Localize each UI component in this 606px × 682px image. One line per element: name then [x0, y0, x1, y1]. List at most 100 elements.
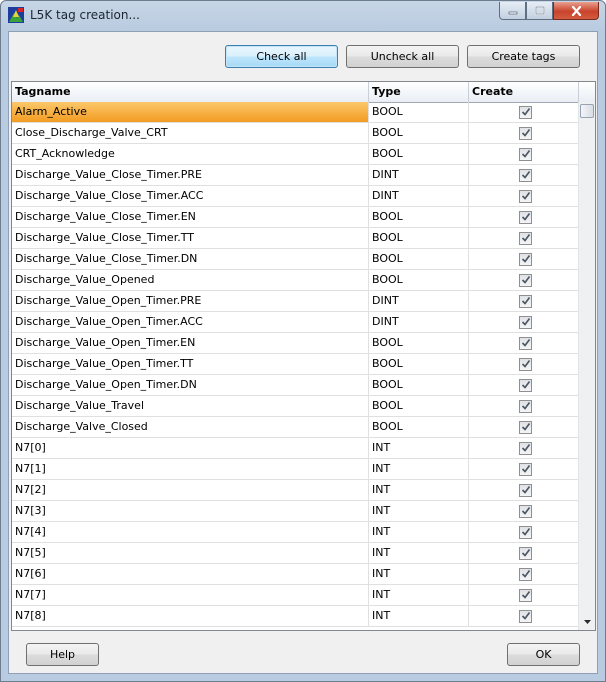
create-checkbox[interactable] — [519, 526, 532, 539]
tagname-cell[interactable]: N7[2] — [12, 480, 369, 500]
create-checkbox[interactable] — [519, 232, 532, 245]
tagname-cell[interactable]: Discharge_Value_Open_Timer.DN — [12, 375, 369, 395]
create-checkbox[interactable] — [519, 274, 532, 287]
table-row[interactable]: N7[4] INT — [12, 522, 579, 543]
type-cell[interactable]: INT — [369, 438, 469, 458]
create-checkbox[interactable] — [519, 505, 532, 518]
create-tags-button[interactable]: Create tags — [467, 45, 580, 68]
table-row[interactable]: N7[1] INT — [12, 459, 579, 480]
scrollbar-thumb[interactable] — [580, 104, 594, 118]
create-checkbox[interactable] — [519, 253, 532, 266]
type-cell[interactable]: DINT — [369, 291, 469, 311]
column-header-type[interactable]: Type — [369, 82, 469, 102]
type-cell[interactable]: BOOL — [369, 144, 469, 164]
maximize-button[interactable] — [526, 2, 553, 20]
tagname-cell[interactable]: Discharge_Value_Close_Timer.EN — [12, 207, 369, 227]
type-cell[interactable]: BOOL — [369, 207, 469, 227]
tagname-cell[interactable]: Discharge_Valve_Closed — [12, 417, 369, 437]
create-checkbox[interactable] — [519, 169, 532, 182]
tagname-cell[interactable]: N7[0] — [12, 438, 369, 458]
tagname-cell[interactable]: Discharge_Value_Close_Timer.ACC — [12, 186, 369, 206]
create-checkbox[interactable] — [519, 484, 532, 497]
column-header-create[interactable]: Create — [469, 82, 579, 102]
create-checkbox[interactable] — [519, 316, 532, 329]
tagname-cell[interactable]: Discharge_Value_Close_Timer.DN — [12, 249, 369, 269]
table-row[interactable]: Discharge_Value_Close_Timer.TT BOOL — [12, 228, 579, 249]
type-cell[interactable]: INT — [369, 522, 469, 542]
type-cell[interactable]: INT — [369, 501, 469, 521]
close-button[interactable] — [553, 2, 599, 20]
tagname-cell[interactable]: Discharge_Value_Close_Timer.TT — [12, 228, 369, 248]
tagname-cell[interactable]: N7[5] — [12, 543, 369, 563]
tagname-cell[interactable]: N7[8] — [12, 606, 369, 626]
create-checkbox[interactable] — [519, 106, 532, 119]
ok-button[interactable]: OK — [507, 643, 580, 666]
table-row[interactable]: Alarm_Active BOOL — [12, 102, 579, 123]
create-checkbox[interactable] — [519, 379, 532, 392]
table-row[interactable]: N7[2] INT — [12, 480, 579, 501]
create-checkbox[interactable] — [519, 295, 532, 308]
type-cell[interactable]: BOOL — [369, 102, 469, 122]
table-row[interactable]: Discharge_Value_Opened BOOL — [12, 270, 579, 291]
tagname-cell[interactable]: N7[6] — [12, 564, 369, 584]
create-checkbox[interactable] — [519, 589, 532, 602]
create-checkbox[interactable] — [519, 442, 532, 455]
table-row[interactable]: Discharge_Value_Open_Timer.DN BOOL — [12, 375, 579, 396]
tagname-cell[interactable]: N7[1] — [12, 459, 369, 479]
table-row[interactable]: Discharge_Value_Open_Timer.PRE DINT — [12, 291, 579, 312]
type-cell[interactable]: BOOL — [369, 123, 469, 143]
type-cell[interactable]: INT — [369, 459, 469, 479]
minimize-button[interactable] — [499, 2, 526, 20]
check-all-button[interactable]: Check all — [225, 45, 338, 68]
create-checkbox[interactable] — [519, 211, 532, 224]
table-row[interactable]: Discharge_Value_Open_Timer.ACC DINT — [12, 312, 579, 333]
title-bar[interactable]: L5K tag creation... — [1, 1, 605, 29]
tagname-cell[interactable]: Alarm_Active — [12, 102, 369, 122]
column-header-tagname[interactable]: Tagname — [12, 82, 369, 102]
table-row[interactable]: N7[7] INT — [12, 585, 579, 606]
create-checkbox[interactable] — [519, 190, 532, 203]
tagname-cell[interactable]: Discharge_Value_Open_Timer.ACC — [12, 312, 369, 332]
type-cell[interactable]: BOOL — [369, 270, 469, 290]
table-row[interactable]: Discharge_Value_Close_Timer.PRE DINT — [12, 165, 579, 186]
table-row[interactable]: N7[8] INT — [12, 606, 579, 627]
tagname-cell[interactable]: Discharge_Value_Opened — [12, 270, 369, 290]
scroll-down-button[interactable] — [579, 613, 595, 630]
tagname-cell[interactable]: N7[3] — [12, 501, 369, 521]
tagname-cell[interactable]: Close_Discharge_Valve_CRT — [12, 123, 369, 143]
type-cell[interactable]: BOOL — [369, 354, 469, 374]
table-row[interactable]: Discharge_Valve_Closed BOOL — [12, 417, 579, 438]
tagname-cell[interactable]: Discharge_Value_Open_Timer.EN — [12, 333, 369, 353]
type-cell[interactable]: BOOL — [369, 396, 469, 416]
create-checkbox[interactable] — [519, 547, 532, 560]
type-cell[interactable]: BOOL — [369, 228, 469, 248]
tagname-cell[interactable]: Discharge_Value_Open_Timer.PRE — [12, 291, 369, 311]
create-checkbox[interactable] — [519, 463, 532, 476]
uncheck-all-button[interactable]: Uncheck all — [346, 45, 459, 68]
create-checkbox[interactable] — [519, 421, 532, 434]
type-cell[interactable]: INT — [369, 585, 469, 605]
vertical-scrollbar[interactable] — [578, 102, 595, 630]
type-cell[interactable]: DINT — [369, 312, 469, 332]
tagname-cell[interactable]: N7[4] — [12, 522, 369, 542]
type-cell[interactable]: BOOL — [369, 375, 469, 395]
type-cell[interactable]: BOOL — [369, 333, 469, 353]
create-checkbox[interactable] — [519, 337, 532, 350]
tagname-cell[interactable]: Discharge_Value_Close_Timer.PRE — [12, 165, 369, 185]
table-row[interactable]: Discharge_Value_Close_Timer.DN BOOL — [12, 249, 579, 270]
type-cell[interactable]: DINT — [369, 186, 469, 206]
create-checkbox[interactable] — [519, 568, 532, 581]
table-row[interactable]: N7[6] INT — [12, 564, 579, 585]
type-cell[interactable]: DINT — [369, 165, 469, 185]
table-row[interactable]: Discharge_Value_Close_Timer.ACC DINT — [12, 186, 579, 207]
type-cell[interactable]: INT — [369, 543, 469, 563]
type-cell[interactable]: INT — [369, 606, 469, 626]
table-row[interactable]: Close_Discharge_Valve_CRT BOOL — [12, 123, 579, 144]
create-checkbox[interactable] — [519, 610, 532, 623]
create-checkbox[interactable] — [519, 148, 532, 161]
type-cell[interactable]: INT — [369, 564, 469, 584]
tagname-cell[interactable]: N7[7] — [12, 585, 369, 605]
type-cell[interactable]: INT — [369, 480, 469, 500]
table-row[interactable]: CRT_Acknowledge BOOL — [12, 144, 579, 165]
table-row[interactable]: Discharge_Value_Open_Timer.TT BOOL — [12, 354, 579, 375]
